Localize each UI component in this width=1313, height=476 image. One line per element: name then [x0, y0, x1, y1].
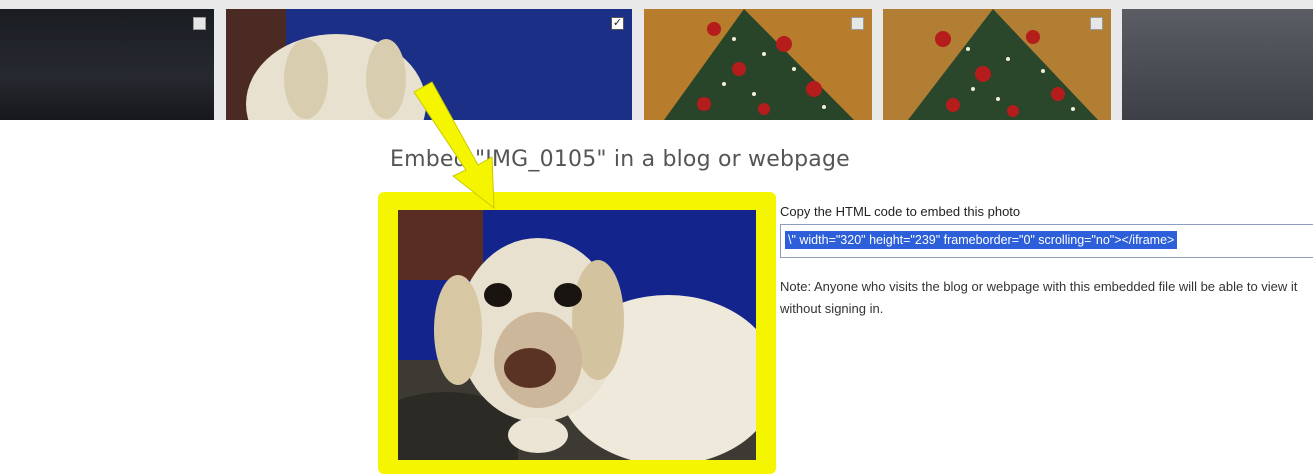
embedded-photo-preview	[398, 210, 756, 460]
photo-thumbnail-selected[interactable]: ✓	[226, 9, 632, 120]
photo-thumbnail[interactable]	[1122, 9, 1313, 120]
embed-note: Note: Anyone who visits the blog or webp…	[780, 279, 1298, 316]
christmas-tree-thumbnail-image	[883, 9, 1111, 120]
select-checkbox-checked[interactable]: ✓	[611, 17, 624, 30]
select-checkbox[interactable]	[193, 17, 206, 30]
dog-thumbnail-image	[226, 9, 632, 120]
embed-code-label: Copy the HTML code to embed this photo	[780, 204, 1021, 219]
select-checkbox[interactable]	[851, 17, 864, 30]
dog-photo-image	[398, 210, 756, 460]
photo-thumbnail[interactable]	[883, 9, 1111, 120]
thumbnail-strip: ✓	[0, 0, 1313, 120]
embed-dialog-title: Embed "IMG_0105" in a blog or webpage	[390, 147, 850, 172]
christmas-tree-thumbnail-image	[644, 9, 872, 120]
embed-code-field[interactable]: \" width="320" height="239" frameborder=…	[780, 224, 1313, 258]
embed-code-selected-text[interactable]: \" width="320" height="239" frameborder=…	[785, 231, 1178, 249]
select-checkbox[interactable]	[1090, 17, 1103, 30]
photo-thumbnail[interactable]	[0, 9, 214, 120]
photo-thumbnail[interactable]	[644, 9, 872, 120]
